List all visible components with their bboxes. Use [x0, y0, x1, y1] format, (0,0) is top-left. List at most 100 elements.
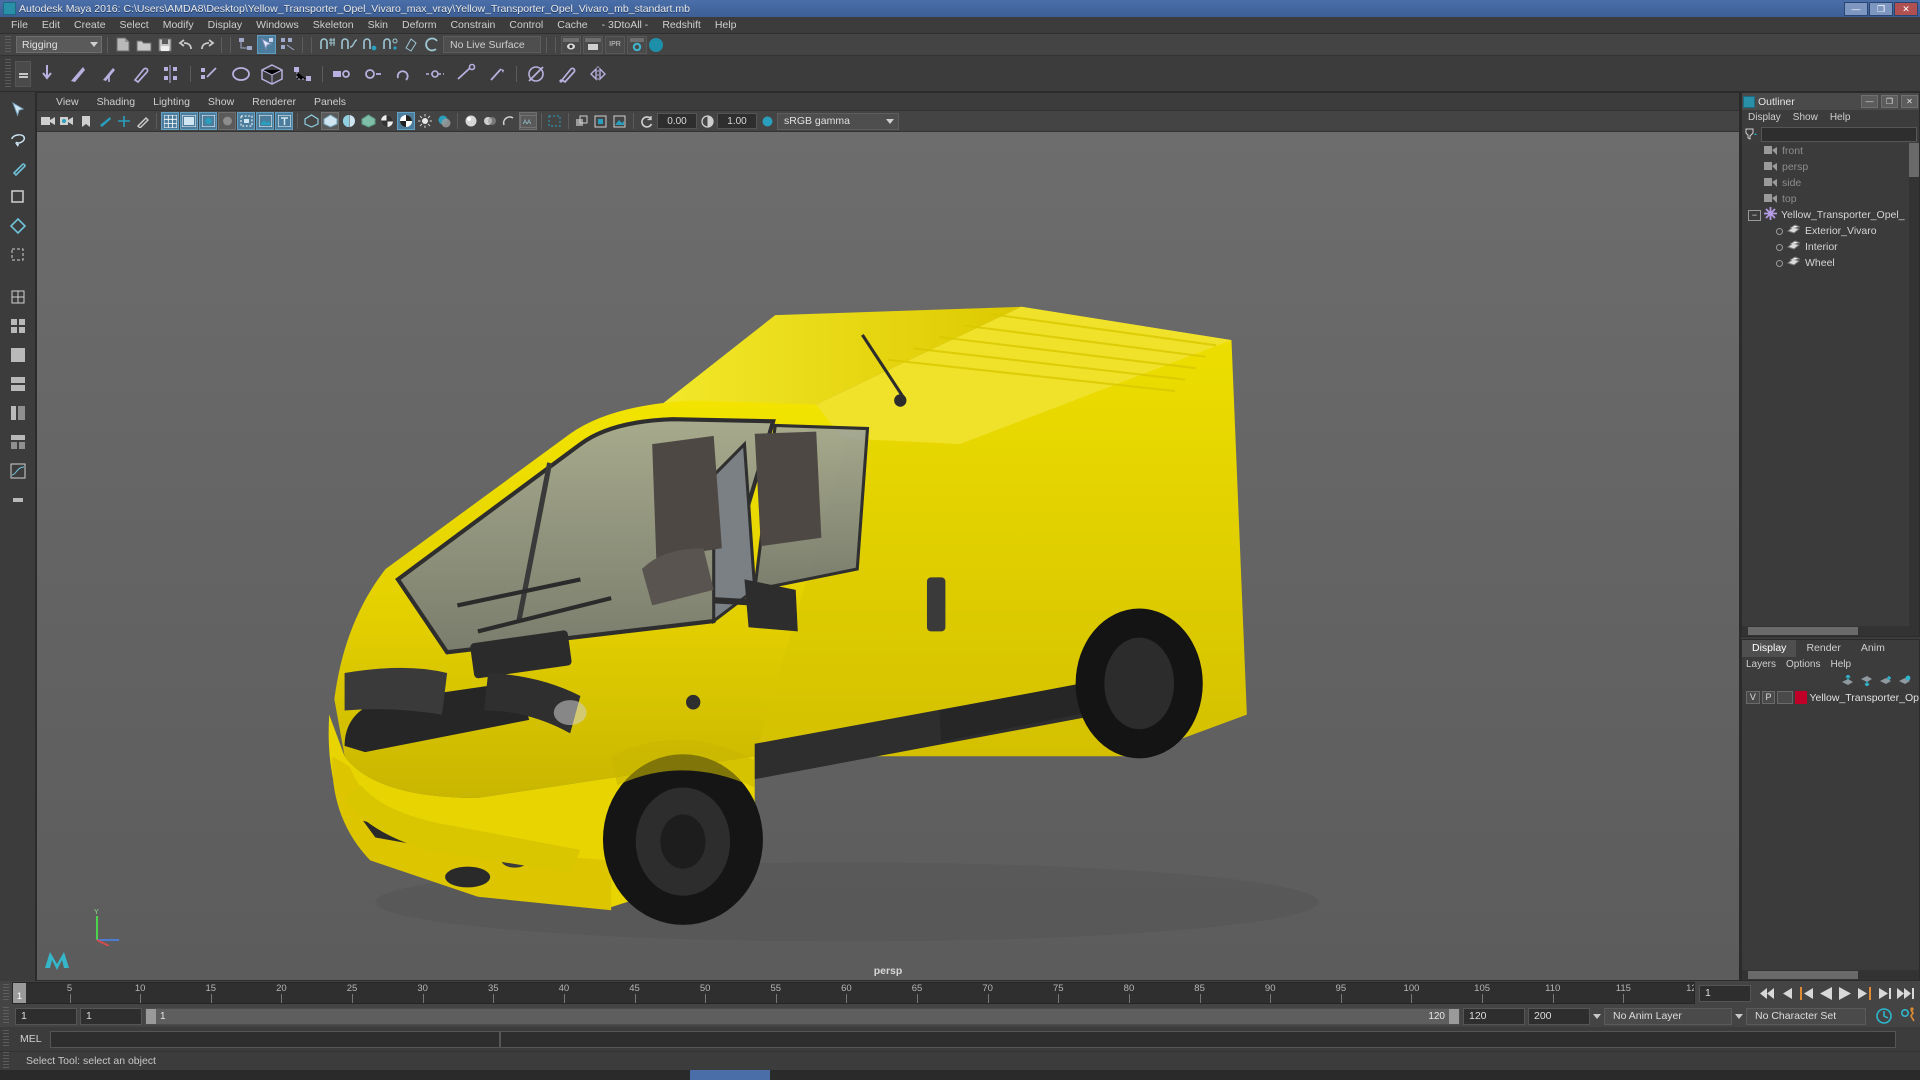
scrollbar-thumb[interactable] — [1748, 971, 1858, 979]
animation-preferences-icon[interactable] — [1898, 1007, 1920, 1025]
play-forwards-icon[interactable] — [1837, 986, 1853, 1001]
make-live-icon[interactable] — [422, 35, 441, 54]
tab-anim[interactable]: Anim — [1850, 640, 1895, 657]
layer-type-toggle[interactable] — [1777, 691, 1793, 704]
select-by-object-icon[interactable] — [257, 35, 276, 54]
outliner-item[interactable]: persp — [1742, 159, 1919, 175]
menu-item-9[interactable]: Deform — [395, 17, 443, 34]
layout-single-view-icon[interactable] — [4, 341, 32, 369]
color-profile-dropdown[interactable]: sRGB gamma — [777, 112, 899, 130]
create-layer-from-selected-icon[interactable] — [1898, 675, 1911, 686]
layout-two-pane-icon[interactable] — [4, 370, 32, 398]
chevron-down-icon[interactable] — [1735, 1013, 1743, 1019]
layer-playback-toggle[interactable]: P — [1761, 691, 1776, 704]
resolution-gate-icon[interactable] — [199, 112, 217, 130]
menu-item-15[interactable]: Help — [708, 17, 744, 34]
new-scene-icon[interactable] — [113, 35, 132, 54]
aim-constraint-icon[interactable] — [451, 59, 481, 89]
command-language-label[interactable]: MEL — [12, 1033, 50, 1045]
outliner-item[interactable]: − Yellow_Transporter_Opel_ — [1742, 207, 1919, 223]
exposure-toggle-icon[interactable] — [237, 112, 255, 130]
scale-tool-button[interactable] — [4, 241, 32, 269]
time-slider-gripper[interactable] — [3, 984, 9, 1002]
panel-menu-panels[interactable]: Panels — [305, 96, 355, 108]
ipr-render-icon[interactable]: IPR — [605, 35, 625, 54]
render-settings-icon[interactable] — [627, 35, 647, 54]
screen-space-ao-icon[interactable]: AA — [519, 112, 537, 130]
panel-menu-renderer[interactable]: Renderer — [243, 96, 305, 108]
mirror-skin-weights-icon[interactable] — [583, 59, 613, 89]
shadows-icon[interactable] — [435, 112, 453, 130]
hypershade-icon[interactable] — [649, 37, 663, 52]
menu-item-4[interactable]: Modify — [156, 17, 201, 34]
lattice-icon[interactable] — [257, 59, 287, 89]
command-line-gripper[interactable] — [3, 1030, 9, 1048]
menu-item-1[interactable]: Edit — [35, 17, 67, 34]
select-by-hierarchy-icon[interactable] — [236, 35, 255, 54]
layer-list[interactable]: V P Yellow_Transporter_Op — [1742, 688, 1919, 970]
menu-item-11[interactable]: Control — [502, 17, 550, 34]
outliner-search-input[interactable] — [1761, 126, 1917, 142]
move-layer-down-icon[interactable] — [1860, 675, 1873, 686]
shelf-gripper[interactable] — [5, 58, 11, 89]
current-time-indicator[interactable]: 1 — [13, 983, 26, 1003]
open-scene-icon[interactable] — [134, 35, 153, 54]
snap-layout-icon[interactable] — [4, 283, 32, 311]
ik-spline-handle-icon[interactable] — [94, 59, 124, 89]
exposure-reset-icon[interactable] — [638, 112, 656, 130]
layer-color-swatch[interactable] — [1794, 691, 1808, 704]
range-slider-bar[interactable]: 1 120 — [145, 1007, 1460, 1025]
character-set-dropdown[interactable]: No Character Set — [1746, 1007, 1866, 1025]
redo-render-icon[interactable] — [583, 35, 603, 54]
xray-joints-icon[interactable] — [592, 112, 610, 130]
layer-row[interactable]: V P Yellow_Transporter_Op — [1742, 690, 1919, 705]
flat-shade-icon[interactable] — [359, 112, 377, 130]
isolate-select-icon[interactable] — [546, 112, 564, 130]
use-all-lights-icon[interactable] — [416, 112, 434, 130]
texture-display-icon[interactable] — [397, 112, 415, 130]
ambient-occlusion-icon[interactable] — [462, 112, 480, 130]
snap-to-curve-icon[interactable] — [338, 35, 357, 54]
scrollbar-thumb[interactable] — [1748, 627, 1858, 635]
outliner-close-button[interactable]: ✕ — [1901, 95, 1918, 108]
outliner-menu-display[interactable]: Display — [1748, 112, 1793, 123]
create-empty-layer-icon[interactable] — [1879, 675, 1892, 686]
menuset-dropdown[interactable]: Rigging — [16, 36, 102, 53]
outliner-maximize-button[interactable]: ❐ — [1881, 95, 1898, 108]
image-plane-icon[interactable] — [96, 112, 114, 130]
layer-editor-horizontal-scrollbar[interactable] — [1742, 970, 1919, 980]
save-scene-icon[interactable] — [155, 35, 174, 54]
layout-more-icon[interactable] — [4, 486, 32, 514]
bind-skin-icon[interactable] — [195, 59, 225, 89]
chevron-down-icon[interactable] — [1593, 1013, 1601, 1019]
panel-menu-shading[interactable]: Shading — [88, 96, 145, 108]
layer-menu-layers[interactable]: Layers — [1746, 659, 1786, 670]
grease-pencil-icon[interactable] — [134, 112, 152, 130]
rotate-tool-button[interactable] — [4, 212, 32, 240]
camera-attributes-icon[interactable] — [58, 112, 76, 130]
render-current-frame-icon[interactable] — [561, 35, 581, 54]
animation-end-time-field[interactable]: 200 — [1528, 1007, 1590, 1025]
menu-item-13[interactable]: - 3DtoAll - — [595, 17, 656, 34]
menu-item-7[interactable]: Skeleton — [306, 17, 361, 34]
menu-item-6[interactable]: Windows — [249, 17, 306, 34]
command-input[interactable] — [49, 1030, 500, 1048]
joint-tool-icon[interactable] — [32, 59, 62, 89]
gamma-icon[interactable] — [698, 112, 716, 130]
play-backwards-icon[interactable] — [1818, 986, 1834, 1001]
smooth-bind-icon[interactable] — [226, 59, 256, 89]
help-line-gripper[interactable] — [3, 1052, 9, 1070]
motion-blur-icon[interactable] — [481, 112, 499, 130]
command-output[interactable] — [499, 1030, 1896, 1048]
point-constraint-icon[interactable] — [358, 59, 388, 89]
ik-handle-tool-icon[interactable] — [63, 59, 93, 89]
panel-menu-lighting[interactable]: Lighting — [144, 96, 199, 108]
wrap-deformer-icon[interactable] — [288, 59, 318, 89]
close-button[interactable]: ✕ — [1894, 1, 1918, 16]
layout-hypershade-icon[interactable] — [4, 428, 32, 456]
step-forward-frame-icon[interactable] — [1856, 986, 1874, 1001]
outliner-horizontal-scrollbar[interactable] — [1742, 626, 1919, 636]
maximize-button[interactable]: ❐ — [1869, 1, 1893, 16]
outliner-item[interactable]: top — [1742, 191, 1919, 207]
minimize-button[interactable]: — — [1844, 1, 1868, 16]
